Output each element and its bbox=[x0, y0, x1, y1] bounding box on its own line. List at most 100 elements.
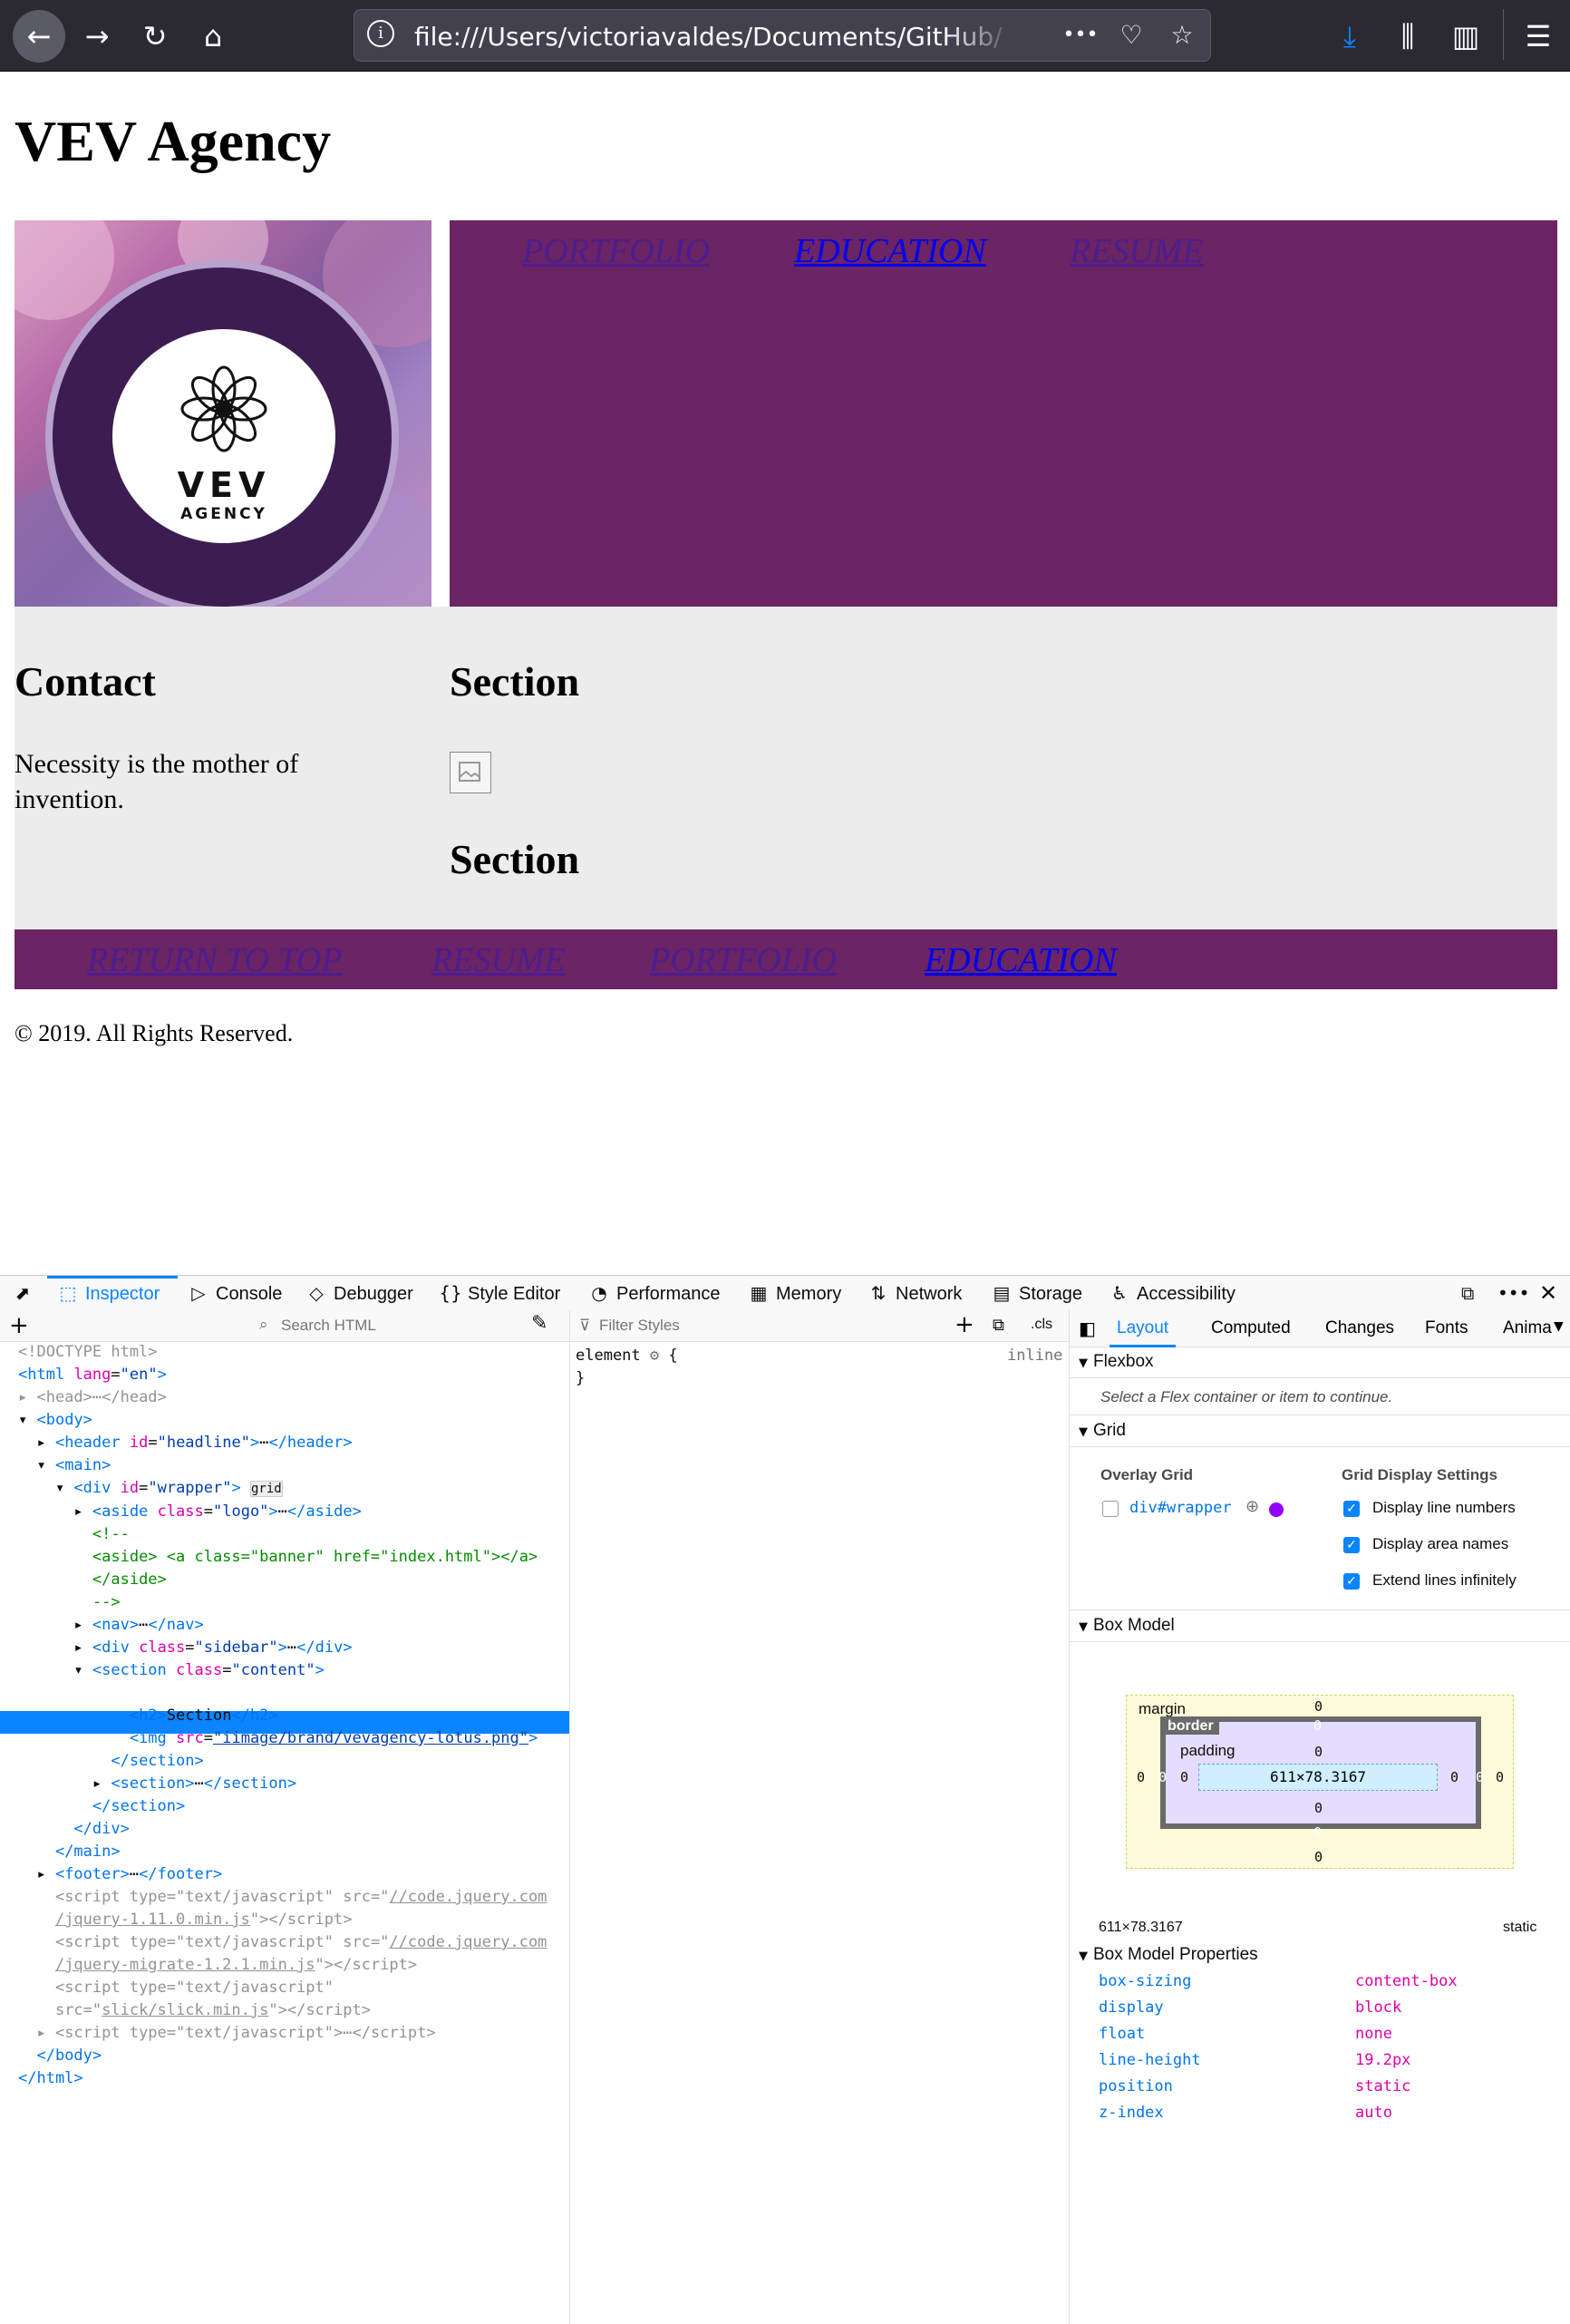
search-html-input[interactable] bbox=[279, 1314, 518, 1337]
library-button[interactable]: ⫼ bbox=[1381, 10, 1434, 63]
url-fade bbox=[944, 10, 1016, 61]
margin-label: margin bbox=[1139, 1700, 1186, 1717]
tab-console[interactable]: ▷ Console bbox=[187, 1276, 282, 1310]
chevron-down-icon[interactable]: ▼ bbox=[1554, 1319, 1564, 1334]
logo-wordmark: VEV bbox=[177, 465, 271, 505]
padding-label: padding bbox=[1180, 1742, 1236, 1759]
box-model-section-header[interactable]: ▼ Box Model bbox=[1070, 1609, 1570, 1642]
element-picker-button[interactable]: ⬈ bbox=[11, 1276, 40, 1310]
tab-changes[interactable]: Changes bbox=[1325, 1310, 1394, 1347]
layout-tab-bar: ◧ Layout Computed Changes Fonts Anima ▼ bbox=[1070, 1310, 1570, 1347]
border-bottom-value[interactable]: 0 bbox=[1313, 1824, 1322, 1841]
app-menu-button[interactable]: ☰ bbox=[1512, 10, 1565, 63]
tab-animations[interactable]: Anima bbox=[1503, 1310, 1552, 1347]
box-model-properties-header[interactable]: ▼ Box Model Properties bbox=[1079, 1945, 1258, 1965]
footer-link-resume[interactable]: RESUME bbox=[431, 940, 566, 980]
nav-link-portfolio[interactable]: PORTFOLIO bbox=[522, 231, 710, 271]
tab-accessibility[interactable]: ♿ Accessibility bbox=[1108, 1276, 1236, 1310]
tab-network[interactable]: ⇅ Network bbox=[867, 1276, 963, 1310]
tab-computed[interactable]: Computed bbox=[1211, 1310, 1291, 1347]
prop-name: box-sizing bbox=[1099, 1972, 1192, 1990]
url-bar[interactable]: i file:///Users/victoriavaldes/Documents… bbox=[354, 9, 1211, 62]
reload-button[interactable]: ↻ bbox=[129, 10, 181, 63]
margin-right-value[interactable]: 0 bbox=[1496, 1769, 1504, 1785]
nav-link-resume[interactable]: RESUME bbox=[1070, 231, 1204, 271]
back-button[interactable]: ← bbox=[13, 10, 65, 63]
margin-left-value[interactable]: 0 bbox=[1137, 1769, 1145, 1785]
margin-top-value[interactable]: 0 bbox=[1314, 1698, 1323, 1715]
toggle-pseudo-classes-icon[interactable]: ⧉ bbox=[993, 1316, 1004, 1335]
bookmark-star-icon[interactable]: ☆ bbox=[1163, 17, 1201, 53]
footer-link-return-to-top[interactable]: RETURN TO TOP bbox=[87, 940, 343, 980]
margin-bottom-value[interactable]: 0 bbox=[1314, 1849, 1323, 1865]
padding-left-value[interactable]: 0 bbox=[1180, 1769, 1188, 1785]
forward-button[interactable]: → bbox=[71, 10, 123, 63]
memory-icon: ▦ bbox=[750, 1282, 768, 1304]
grid-color-swatch[interactable] bbox=[1269, 1502, 1284, 1517]
element-rule-display: inline bbox=[1007, 1347, 1063, 1365]
toggle-sidebar-icon[interactable]: ◧ bbox=[1079, 1318, 1096, 1339]
tab-performance[interactable]: ◔ Performance bbox=[587, 1276, 720, 1310]
display-area-names-checkbox[interactable]: ✓ bbox=[1343, 1537, 1360, 1553]
prop-name: display bbox=[1099, 1998, 1164, 2017]
highlight-grid-icon[interactable]: ⊕ bbox=[1245, 1497, 1259, 1516]
tab-memory[interactable]: ▦ Memory bbox=[747, 1276, 842, 1310]
toolbar-separator bbox=[1503, 9, 1504, 60]
sidebar-icon: ▥ bbox=[1451, 19, 1480, 53]
logo-disc: VEV AGENCY bbox=[112, 329, 335, 543]
border-right-value[interactable]: 0 bbox=[1476, 1769, 1484, 1785]
html-tree-line: <!DOCTYPE html> <html lang="en"> ▸ <head… bbox=[18, 1343, 548, 2087]
add-rule-icon[interactable]: + bbox=[955, 1311, 974, 1338]
add-node-icon[interactable]: + bbox=[9, 1312, 29, 1339]
nav-link-education[interactable]: EDUCATION bbox=[794, 231, 986, 271]
more-options-icon[interactable]: ••• bbox=[1497, 1276, 1529, 1310]
picker-icon: ⬈ bbox=[15, 1282, 31, 1304]
close-devtools-icon[interactable]: ✕ bbox=[1539, 1276, 1557, 1310]
style-editor-icon: {} bbox=[439, 1282, 462, 1304]
footer-link-education[interactable]: EDUCATION bbox=[925, 940, 1117, 980]
display-line-numbers-checkbox[interactable]: ✓ bbox=[1343, 1501, 1360, 1517]
site-info-icon[interactable]: i bbox=[367, 20, 394, 47]
grid-overlay-checkbox[interactable] bbox=[1102, 1501, 1119, 1517]
padding-right-value[interactable]: 0 bbox=[1450, 1769, 1459, 1785]
storage-icon: ▤ bbox=[993, 1282, 1011, 1304]
devtools-tab-bar: ⬈ ⬚ Inspector ▷ Console ◇ Debugger {} Style … bbox=[0, 1276, 1570, 1311]
logo-aside: VEV AGENCY bbox=[15, 220, 431, 607]
tab-layout[interactable]: Layout bbox=[1110, 1310, 1177, 1347]
prop-value: 19.2px bbox=[1355, 2051, 1411, 2069]
rules-toolbar: ⊽ + ⧉ .cls bbox=[570, 1310, 1069, 1342]
chevron-down-icon: ▼ bbox=[1079, 1356, 1088, 1370]
home-icon: ⌂ bbox=[203, 19, 223, 53]
library-icon: ⫼ bbox=[1400, 18, 1415, 53]
home-button[interactable]: ⌂ bbox=[187, 10, 239, 63]
tab-fonts[interactable]: Fonts bbox=[1425, 1310, 1468, 1347]
footer-nav: RETURN TO TOP RESUME PORTFOLIO EDUCATION bbox=[15, 929, 1557, 989]
pocket-icon[interactable]: ♡ bbox=[1112, 17, 1150, 53]
element-rule-close: } bbox=[576, 1369, 586, 1387]
downloads-button[interactable]: ⤓ bbox=[1323, 10, 1376, 63]
grid-section-header[interactable]: ▼ Grid bbox=[1070, 1415, 1570, 1447]
tab-inspector[interactable]: ⬚ Inspector bbox=[56, 1276, 160, 1310]
url-text[interactable]: file:///Users/victoriavaldes/Documents/G… bbox=[414, 22, 1003, 52]
cls-button[interactable]: .cls bbox=[1031, 1317, 1052, 1333]
html-tree: <!DOCTYPE html> <html lang="en"> ▸ <head… bbox=[0, 1341, 569, 2324]
tab-storage[interactable]: ▤ Storage bbox=[990, 1276, 1083, 1310]
tab-style-editor[interactable]: {} Style Editor bbox=[439, 1276, 560, 1310]
dock-options-icon[interactable]: ⧉ bbox=[1461, 1276, 1474, 1310]
footer-link-portfolio[interactable]: PORTFOLIO bbox=[649, 940, 837, 980]
flexbox-section-header[interactable]: ▼ Flexbox bbox=[1070, 1347, 1570, 1378]
tab-debugger[interactable]: ◇ Debugger bbox=[305, 1276, 413, 1310]
border-left-value[interactable]: 0 bbox=[1158, 1769, 1167, 1785]
filter-styles-input[interactable] bbox=[597, 1314, 909, 1337]
nav-banner: PORTFOLIO EDUCATION RESUME bbox=[450, 220, 1557, 607]
border-top-value[interactable]: 0 bbox=[1313, 1717, 1322, 1734]
chevron-down-icon: ▼ bbox=[1079, 1620, 1088, 1634]
web-page: VEV Agency VEV AGENCY PORTFOLIO EDUCATIO… bbox=[0, 72, 1570, 1275]
padding-top-value[interactable]: 0 bbox=[1314, 1744, 1323, 1760]
extend-lines-checkbox[interactable]: ✓ bbox=[1343, 1573, 1360, 1590]
overlay-grid-label: Overlay Grid bbox=[1100, 1466, 1194, 1483]
sidebar-button[interactable]: ▥ bbox=[1439, 10, 1492, 63]
padding-bottom-value[interactable]: 0 bbox=[1314, 1800, 1323, 1816]
eyedropper-icon[interactable]: ✎ bbox=[531, 1312, 548, 1335]
page-actions-icon[interactable]: ••• bbox=[1061, 17, 1100, 53]
